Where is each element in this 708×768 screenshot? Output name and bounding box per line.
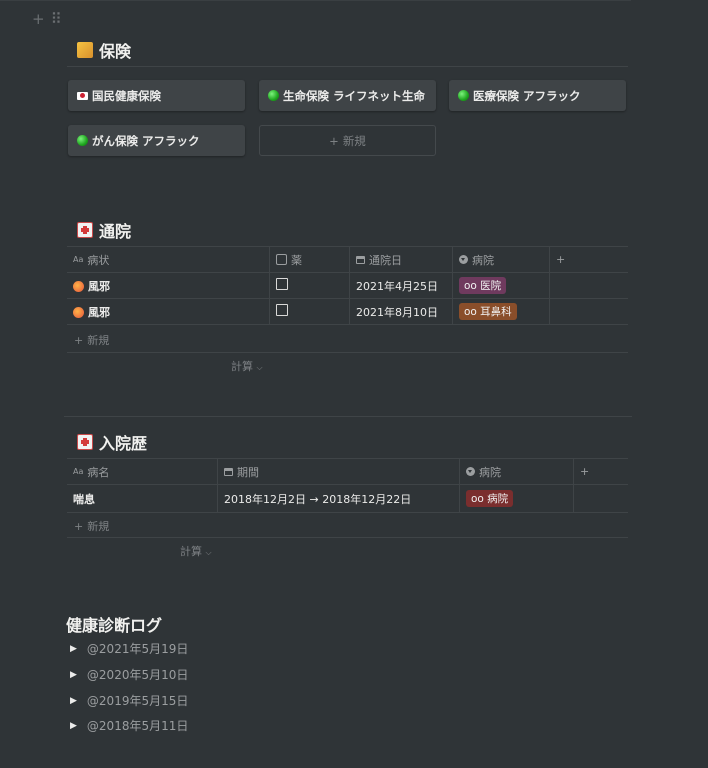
section-divider [64, 416, 632, 417]
visits-table: Aa 病状 薬 通院日 病院 + 風邪 2021年4月25日 oo 医院 風邪 2… [67, 246, 628, 325]
top-divider [0, 0, 631, 1]
green-circle-icon [458, 90, 469, 101]
hospitalization-heading: 入院歴 [77, 430, 147, 454]
checkup-heading: 健康診断ログ [66, 616, 163, 635]
checkbox-property-icon [276, 254, 287, 265]
plus-icon: + [580, 465, 590, 478]
column-header-visit-date[interactable]: 通院日 [349, 246, 453, 273]
visits-footer-divider [67, 352, 628, 353]
add-column-button[interactable]: + [549, 246, 628, 273]
japan-flag-icon [77, 91, 88, 100]
add-hospitalization-row-button[interactable]: + 新規 [74, 518, 109, 534]
add-column-button[interactable]: + [573, 458, 628, 485]
medicine-checkbox[interactable] [276, 304, 288, 316]
toggle-item[interactable]: ▶ @2018年5月11日 [70, 717, 188, 734]
insurance-card[interactable]: 国民健康保険 [68, 80, 245, 111]
drag-handle-icon[interactable]: ⠿ [51, 10, 62, 28]
hospital-tag[interactable]: oo 病院 [466, 490, 514, 507]
hospital-tag[interactable]: oo 耳鼻科 [459, 303, 517, 320]
hospitalization-calculate-button[interactable]: 計算 ⌵ [180, 543, 212, 559]
text-property-icon: Aa [73, 467, 84, 476]
toggle-item[interactable]: ▶ @2019年5月15日 [70, 692, 188, 709]
table-row[interactable]: 風邪 2021年8月10日 oo 耳鼻科 [67, 298, 628, 325]
toggle-arrow-icon[interactable]: ▶ [70, 644, 77, 654]
toggle-item[interactable]: ▶ @2021年5月19日 [70, 640, 188, 657]
hospital-icon [77, 222, 93, 238]
table-row[interactable]: 喘息 2018年12月2日 → 2018年12月22日 oo 病院 [67, 484, 628, 513]
plus-icon: + [556, 253, 566, 266]
chevron-down-icon: ⌵ [256, 363, 263, 372]
table-row[interactable]: 風邪 2021年4月25日 oo 医院 [67, 272, 628, 299]
medicine-checkbox[interactable] [276, 278, 288, 290]
insurance-heading: 保険 [77, 38, 131, 62]
insurance-divider [67, 66, 628, 67]
add-visit-row-button[interactable]: + 新規 [74, 332, 109, 348]
green-circle-icon [268, 90, 279, 101]
toggle-arrow-icon[interactable]: ▶ [70, 670, 77, 680]
insurance-card[interactable]: がん保険 アフラック [68, 125, 245, 156]
block-handle[interactable]: + ⠿ [32, 10, 62, 28]
text-property-icon: Aa [73, 255, 84, 264]
select-property-icon [466, 467, 475, 476]
plus-icon: + [329, 133, 339, 148]
add-insurance-card-button[interactable]: + 新規 [259, 125, 436, 156]
insurance-card[interactable]: 医療保険 アフラック [449, 80, 626, 111]
calendar-icon [224, 467, 233, 476]
calendar-icon [356, 255, 365, 264]
visits-calculate-button[interactable]: 計算 ⌵ [231, 358, 263, 374]
add-block-icon[interactable]: + [32, 10, 45, 28]
toggle-arrow-icon[interactable]: ▶ [70, 721, 77, 731]
column-header-medicine[interactable]: 薬 [269, 246, 350, 273]
hospitalization-table: Aa 病名 期間 病院 + 喘息 2018年12月2日 → 2018年12月22日… [67, 458, 628, 513]
column-header-condition[interactable]: Aa 病状 [67, 246, 270, 273]
insurance-card[interactable]: 生命保険 ライフネット生命 [259, 80, 436, 111]
folder-icon [77, 42, 93, 58]
toggle-arrow-icon[interactable]: ▶ [70, 696, 77, 706]
toggle-item[interactable]: ▶ @2020年5月10日 [70, 666, 188, 683]
column-header-disease[interactable]: Aa 病名 [67, 458, 218, 485]
column-header-hospital[interactable]: 病院 [459, 458, 574, 485]
table-header-row: Aa 病名 期間 病院 + [67, 458, 628, 485]
sick-face-icon [73, 281, 84, 292]
sick-face-icon [73, 307, 84, 318]
plus-icon: + [74, 333, 84, 347]
green-circle-icon [77, 135, 88, 146]
plus-icon: + [74, 519, 84, 533]
visits-heading: 通院 [77, 218, 131, 242]
column-header-hospital[interactable]: 病院 [452, 246, 550, 273]
hospital-icon [77, 434, 93, 450]
table-header-row: Aa 病状 薬 通院日 病院 + [67, 246, 628, 273]
hospitalization-footer-divider [67, 537, 628, 538]
column-header-period[interactable]: 期間 [217, 458, 460, 485]
hospital-tag[interactable]: oo 医院 [459, 277, 507, 294]
select-property-icon [459, 255, 468, 264]
chevron-down-icon: ⌵ [205, 548, 212, 557]
